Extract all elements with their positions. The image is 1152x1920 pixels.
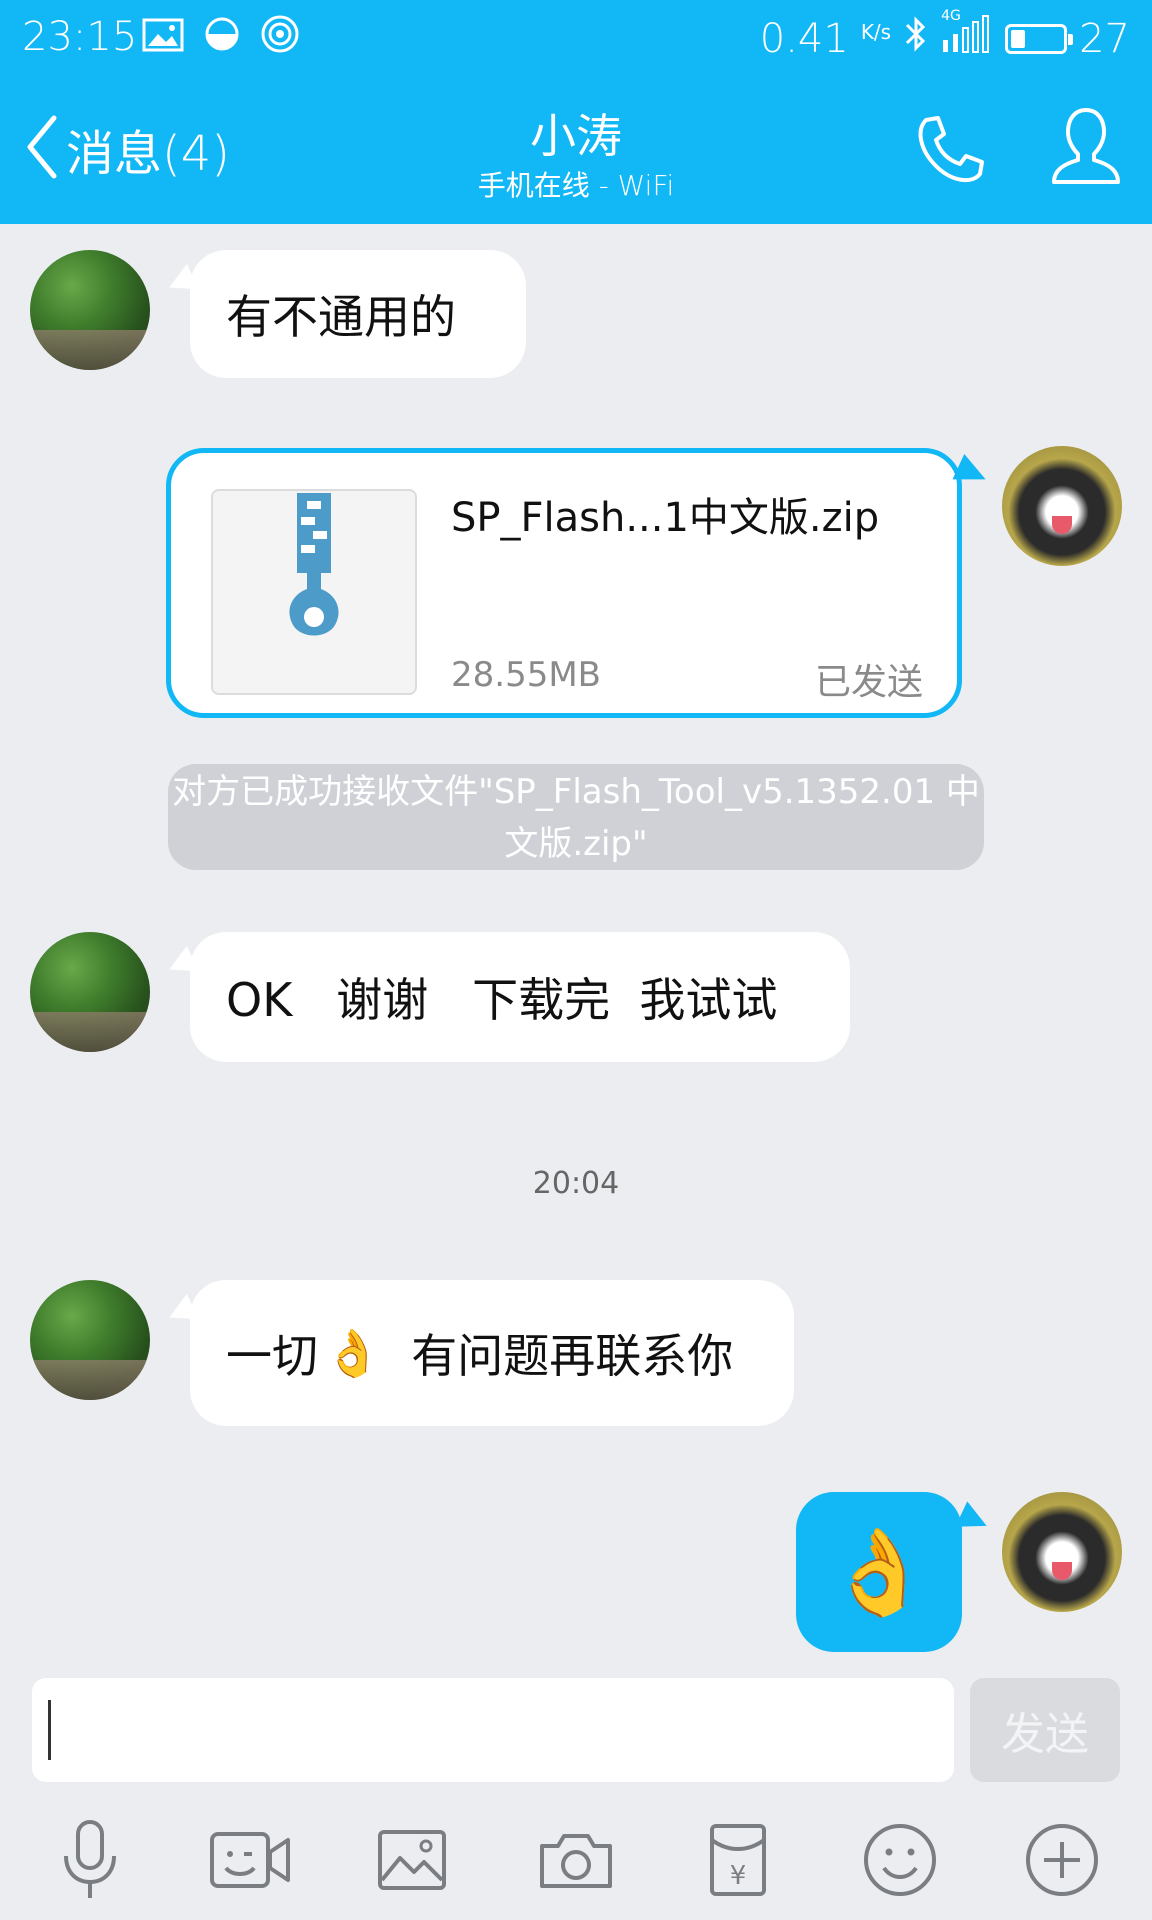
top-bar: 23:15 0.41 K/s 4G 27 消息(4) 小涛 手机在线 - WiF…: [0, 0, 1152, 224]
video-call-icon[interactable]: [200, 1810, 300, 1910]
image-icon[interactable]: [362, 1810, 462, 1910]
svg-text:¥: ¥: [730, 1861, 747, 1891]
message-input[interactable]: [32, 1678, 954, 1782]
battery-icon: [1005, 24, 1074, 54]
net-speed: 0.41: [759, 16, 849, 62]
emoji-icon[interactable]: [850, 1810, 950, 1910]
system-notice: 对方已成功接收文件"SP_Flash_Tool_v5.1352.01 中文版.z…: [168, 764, 984, 870]
signal-icon: 4G: [941, 8, 993, 64]
red-packet-icon[interactable]: ¥: [688, 1810, 788, 1910]
file-status: 已发送: [814, 662, 923, 703]
message-text: 有问题再联系你: [411, 1329, 734, 1383]
message-bubble[interactable]: 有不通用的: [190, 250, 526, 378]
time-divider: 20:04: [532, 1166, 620, 1201]
contact-avatar[interactable]: [30, 932, 150, 1052]
contact-avatar[interactable]: [30, 250, 150, 370]
battery-level: 27: [1079, 16, 1130, 62]
battery-fill: [1011, 30, 1026, 48]
status-time: 23:15: [22, 14, 138, 60]
hotspot-icon: [260, 14, 300, 64]
my-avatar[interactable]: [1002, 446, 1122, 566]
file-message-card[interactable]: SP_Flash...1中文版.zip 28.55MB 已发送: [166, 448, 962, 718]
message-bubble[interactable]: 一切 👌 有问题再联系你: [190, 1280, 794, 1426]
network-type: 4G: [941, 8, 961, 24]
contact-avatar[interactable]: [30, 1280, 150, 1400]
status-bar: 23:15 0.41 K/s 4G 27: [0, 0, 1152, 76]
input-toolbar: ¥: [0, 1810, 1152, 1910]
my-avatar[interactable]: [1002, 1492, 1122, 1612]
ok-hand-emoji: 👌: [324, 1325, 382, 1380]
file-name: SP_Flash...1中文版.zip: [451, 495, 880, 541]
send-button[interactable]: 发送: [970, 1678, 1120, 1782]
camera-icon[interactable]: [526, 1810, 626, 1910]
phone-icon[interactable]: [912, 112, 988, 192]
message-bubble[interactable]: OK 谢谢 下载完 我试试: [190, 932, 850, 1062]
message-text: OK 谢谢 下载完 我试试: [226, 973, 778, 1027]
bluetooth-icon: [903, 14, 929, 64]
zip-file-icon: [211, 489, 417, 695]
mic-icon[interactable]: [40, 1810, 140, 1910]
gallery-notification-icon: [142, 16, 184, 62]
net-speed-unit: K/s: [860, 20, 892, 44]
message-text: 有不通用的: [226, 290, 456, 344]
profile-icon[interactable]: [1050, 104, 1122, 192]
data-saver-icon: [204, 16, 240, 62]
emoji-message-bubble[interactable]: 👌: [796, 1492, 962, 1652]
plus-icon[interactable]: [1012, 1810, 1112, 1910]
message-text: 一切: [226, 1329, 318, 1383]
file-size: 28.55MB: [451, 655, 601, 695]
ok-hand-emoji: 👌: [826, 1522, 932, 1621]
text-cursor: [48, 1700, 51, 1760]
